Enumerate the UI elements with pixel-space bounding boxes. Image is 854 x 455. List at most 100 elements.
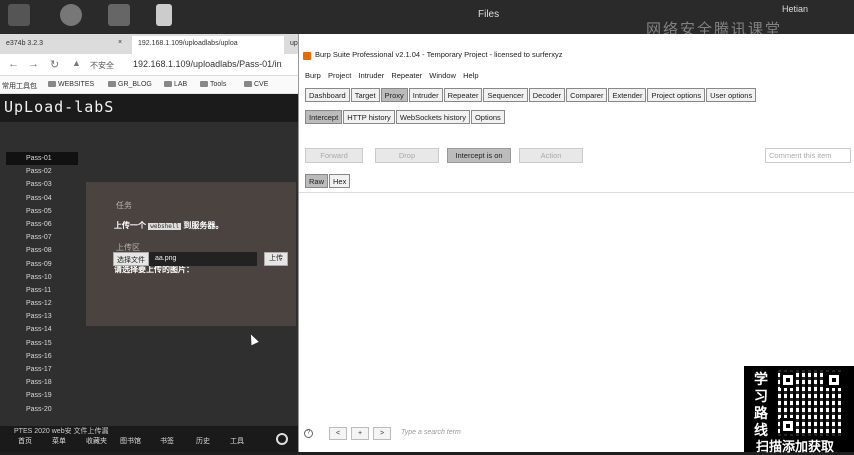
tab-hex[interactable]: Hex <box>329 174 351 188</box>
taskbar-item-history[interactable]: 历史 <box>196 436 210 446</box>
warning-icon[interactable]: ▲ <box>72 58 81 68</box>
tab-options[interactable]: Options <box>470 110 505 124</box>
menu-intruder[interactable]: Intruder <box>358 71 384 80</box>
document-icon[interactable] <box>156 4 172 26</box>
search-prev-button[interactable]: < <box>329 427 347 440</box>
choose-file-button[interactable]: 选择文件 <box>113 252 149 266</box>
pass-item[interactable]: Pass-01 <box>6 152 78 166</box>
menu-project[interactable]: Project <box>328 71 351 80</box>
tab-http-history[interactable]: HTTP history <box>343 110 395 124</box>
pass-item[interactable]: Pass-02 <box>6 165 78 178</box>
pass-item[interactable]: Pass-17 <box>6 363 78 376</box>
tab-user-options[interactable]: User options <box>706 88 757 102</box>
pass-item[interactable]: Pass-11 <box>6 284 78 297</box>
forward-button[interactable]: Forward <box>305 148 363 163</box>
pass-item[interactable]: Pass-12 <box>6 297 78 310</box>
task-text: 上传一个 webshell 到服务器。 <box>114 221 224 230</box>
terminal-icon[interactable] <box>108 4 130 26</box>
tab-intercept[interactable]: Intercept <box>305 110 343 124</box>
menu-window[interactable]: Window <box>429 71 456 80</box>
browser-tab[interactable]: e374b 3.2.3 × <box>0 36 130 54</box>
pass-item[interactable]: Pass-15 <box>6 337 78 350</box>
folder-icon <box>108 81 116 87</box>
power-icon[interactable] <box>276 433 288 445</box>
tab-sequencer[interactable]: Sequencer <box>483 88 528 102</box>
action-button[interactable]: Action <box>519 148 583 163</box>
task-heading: 任务 <box>116 201 132 210</box>
folder-icon <box>164 81 172 87</box>
bookmark-item[interactable]: 常用工具包 <box>2 81 37 91</box>
taskbar-item-favorites[interactable]: 收藏夹 <box>86 436 107 446</box>
pass-item[interactable]: Pass-16 <box>6 350 78 363</box>
pass-item[interactable]: Pass-03 <box>6 178 78 191</box>
tab-label: 192.168.1.109/uploadlabs/uploa <box>138 40 238 47</box>
menu-burp[interactable]: Burp <box>305 71 321 80</box>
tab-target[interactable]: Target <box>350 88 380 102</box>
menu-repeater[interactable]: Repeater <box>391 71 422 80</box>
pass-item[interactable]: Pass-18 <box>6 376 78 389</box>
taskbar-item-menu[interactable]: 菜单 <box>52 436 66 446</box>
bookmark-item[interactable]: CVE <box>244 81 268 88</box>
taskbar-item-library[interactable]: 图书馆 <box>120 436 141 446</box>
taskbar-item-tools[interactable]: 工具 <box>230 436 244 446</box>
menu-help[interactable]: Help <box>463 71 478 80</box>
ad-bottom-text: 扫描添加获取 <box>756 440 835 455</box>
search-input[interactable]: Type a search term <box>401 429 461 436</box>
taskbar-item-home[interactable]: 首页 <box>18 436 32 446</box>
pass-item[interactable]: Pass-08 <box>6 244 78 257</box>
pass-item[interactable]: Pass-14 <box>6 323 78 336</box>
close-icon[interactable]: × <box>118 39 122 46</box>
tab-intruder[interactable]: Intruder <box>408 88 443 102</box>
tab-raw[interactable]: Raw <box>305 174 329 188</box>
app-launcher-icon[interactable] <box>8 4 30 26</box>
browser-icon[interactable] <box>60 4 82 26</box>
search-next-button[interactable]: > <box>373 427 391 440</box>
taskbar-status: PTES 2020 web安 文件上传漏 <box>14 428 109 435</box>
search-add-button[interactable]: + <box>351 427 369 440</box>
pass-item[interactable]: Pass-20 <box>6 403 78 416</box>
browser-tab-active[interactable]: 192.168.1.109/uploadlabs/uploa <box>132 36 284 54</box>
burp-main-tabs: Dashboard Target Proxy Intruder Repeater Sequ… <box>305 88 757 102</box>
taskbar-item-bookmarks[interactable]: 书签 <box>160 436 174 446</box>
drop-button[interactable]: Drop <box>375 148 439 163</box>
burp-menu-bar: Burp Project Intruder Repeater Window He… <box>305 71 484 80</box>
tab-project-options[interactable]: Project options <box>647 88 706 102</box>
tab-dashboard[interactable]: Dashboard <box>305 88 350 102</box>
desktop-title: Files <box>478 9 500 20</box>
url-input[interactable]: 192.168.1.109/uploadlabs/Pass-01/in <box>133 59 282 69</box>
bookmark-item[interactable]: LAB <box>164 81 187 88</box>
uploadlabs-header: UpLoad-labS <box>0 94 300 122</box>
pass-item[interactable]: Pass-09 <box>6 258 78 271</box>
intercept-toolbar: Forward Drop Intercept is on Action Comm… <box>299 148 854 164</box>
tab-extender[interactable]: Extender <box>608 88 647 102</box>
intercept-toggle-button[interactable]: Intercept is on <box>447 148 511 163</box>
pass-item[interactable]: Pass-04 <box>6 192 78 205</box>
tab-label: e374b 3.2.3 <box>6 40 43 47</box>
tab-decoder[interactable]: Decoder <box>528 88 566 102</box>
burp-logo-icon <box>303 52 311 60</box>
pass-item[interactable]: Pass-06 <box>6 218 78 231</box>
address-bar: ← → ↻ ▲ 不安全 192.168.1.109/uploadlabs/Pas… <box>0 54 300 76</box>
qr-advertisement: 学习路线 扫描添加获取 <box>744 366 854 455</box>
pass-item[interactable]: Pass-13 <box>6 310 78 323</box>
file-input[interactable]: 选择文件 aa.png <box>113 252 257 266</box>
help-icon[interactable]: ? <box>304 429 313 438</box>
comment-input[interactable]: Comment this item <box>765 148 851 163</box>
reload-icon[interactable]: ↻ <box>50 58 59 71</box>
tab-comparer[interactable]: Comparer <box>566 88 608 102</box>
tab-websockets-history[interactable]: WebSockets history <box>395 110 470 124</box>
pass-item[interactable]: Pass-19 <box>6 389 78 402</box>
pass-item[interactable]: Pass-10 <box>6 271 78 284</box>
bookmark-item[interactable]: WEBSITES <box>48 81 94 88</box>
bookmark-item[interactable]: Tools <box>200 81 226 88</box>
tab-repeater[interactable]: Repeater <box>443 88 483 102</box>
pass-item[interactable]: Pass-05 <box>6 205 78 218</box>
bookmark-item[interactable]: GR_BLOG <box>108 81 152 88</box>
insecure-label[interactable]: 不安全 <box>90 60 114 71</box>
upload-button[interactable]: 上传 <box>264 252 288 266</box>
forward-icon[interactable]: → <box>28 58 39 70</box>
pass-list: Pass-01 Pass-02 Pass-03 Pass-04 Pass-05 … <box>6 152 78 416</box>
tab-proxy[interactable]: Proxy <box>380 88 408 102</box>
back-icon[interactable]: ← <box>8 58 19 70</box>
pass-item[interactable]: Pass-07 <box>6 231 78 244</box>
